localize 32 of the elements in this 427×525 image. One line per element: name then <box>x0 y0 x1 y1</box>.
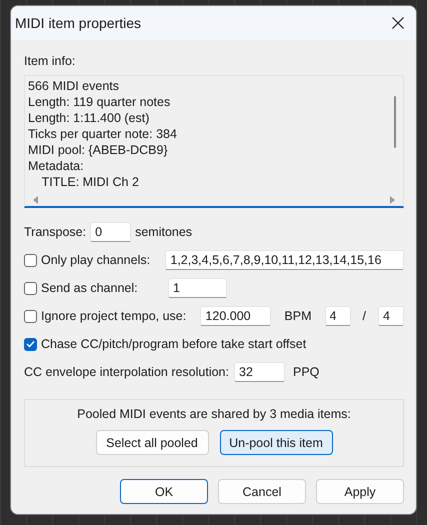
unit-label: semitones <box>135 225 192 239</box>
input-field[interactable]: 1,2,3,4,5,6,7,8,9,10,11,12,13,14,15,16 <box>165 250 404 270</box>
checkbox-label: Chase CC/pitch/program before take start offset <box>41 337 306 351</box>
checkbox-label: Only play channels: <box>41 253 150 267</box>
pool-button[interactable]: Un-pool this item <box>220 430 332 455</box>
pool-message: Pooled MIDI events are shared by 3 media items: <box>77 407 351 421</box>
input-field[interactable]: 32 <box>234 362 285 382</box>
checkbox[interactable] <box>24 338 37 350</box>
checkbox[interactable] <box>24 282 37 294</box>
unit-label: BPM <box>284 309 312 323</box>
separator-label: / <box>362 309 366 323</box>
input-field[interactable]: 120.000 <box>200 306 272 326</box>
checkbox[interactable] <box>24 310 37 322</box>
checkbox-label: Send as channel: <box>41 281 138 295</box>
input-field[interactable]: 4 <box>324 306 351 326</box>
field-label: Transpose: <box>24 225 86 239</box>
checkbox-label: Ignore project tempo, use: <box>41 309 186 323</box>
dialog-button[interactable]: Apply <box>316 479 404 504</box>
input-field[interactable]: 1 <box>168 278 227 298</box>
checkbox[interactable] <box>24 254 37 266</box>
input-field[interactable]: 0 <box>90 222 132 242</box>
section-label: Item info: <box>24 54 76 68</box>
close-icon[interactable] <box>392 17 404 29</box>
input-field[interactable]: 4 <box>378 306 404 326</box>
unit-label: PPQ <box>293 365 320 379</box>
pool-button[interactable]: Select all pooled <box>96 430 208 455</box>
scrollbar-thumb[interactable] <box>394 96 396 148</box>
window-title: MIDI item properties <box>15 15 142 31</box>
dialog-button[interactable]: Cancel <box>218 479 306 504</box>
field-label: CC envelope interpolation resolution: <box>24 365 229 379</box>
dialog-button[interactable]: OK <box>120 479 208 504</box>
info-text: 566 MIDI events Length: 119 quarter notes Length: 1:11.400 (est) Ticks per quarter note: 384 MIDI pool: {ABEB-DCB9} Metadata: TITLE: MIDI Ch 2 <box>27 78 178 191</box>
